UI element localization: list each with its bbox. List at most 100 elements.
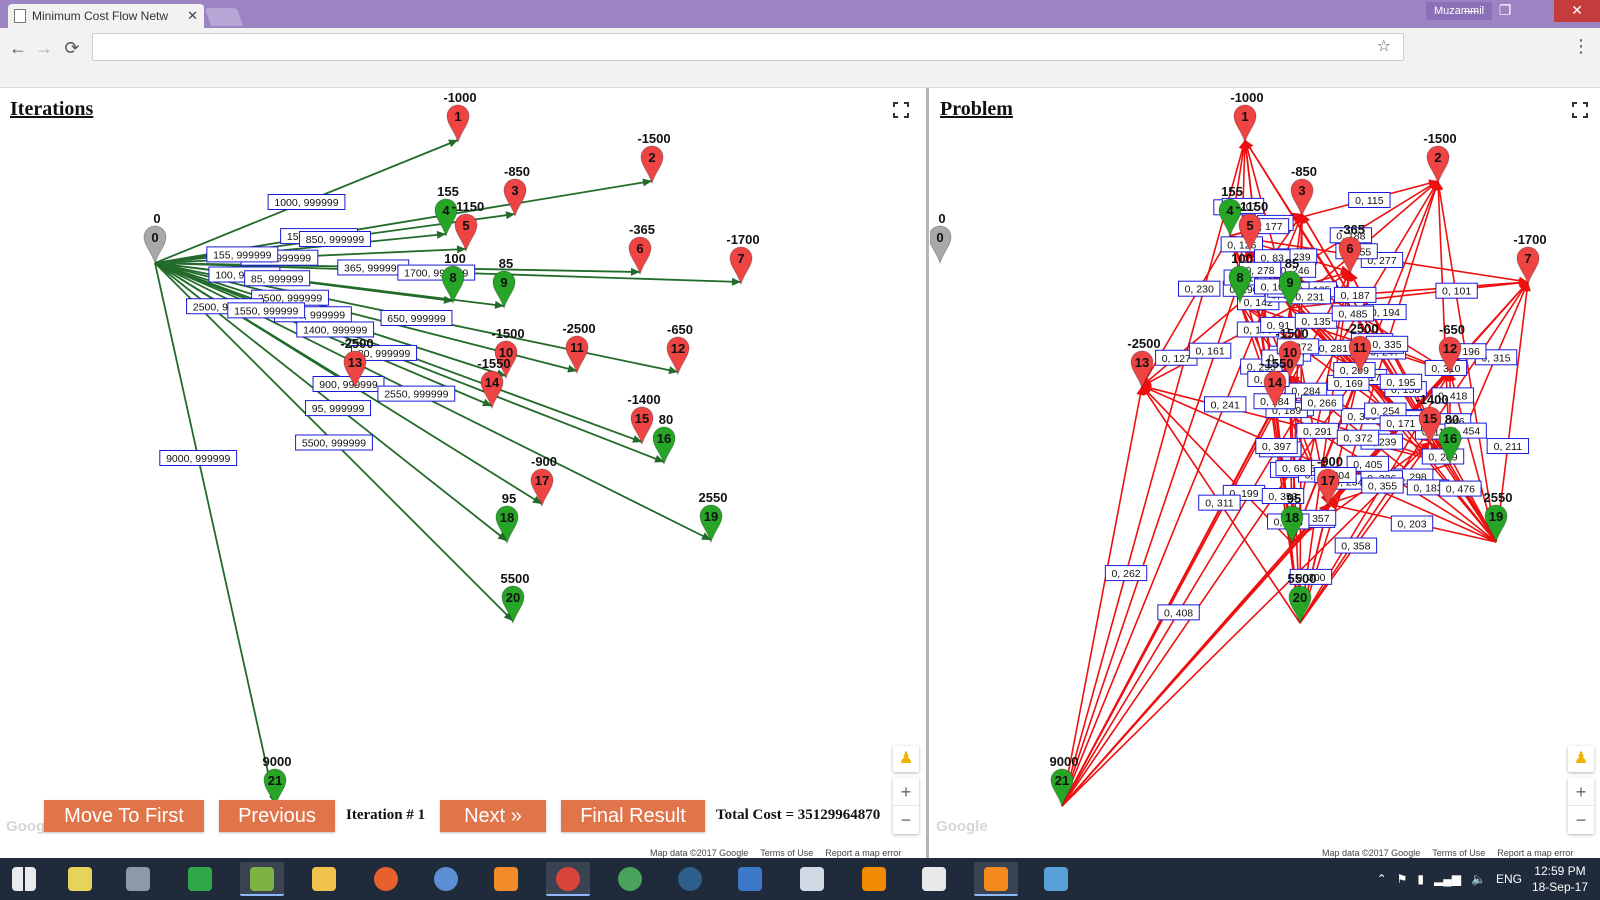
android-studio-icon[interactable] xyxy=(240,862,284,896)
node-supply: -900 xyxy=(531,454,557,469)
node-marker[interactable]: 21 9000 xyxy=(263,754,292,808)
store-icon[interactable] xyxy=(178,862,222,896)
node-supply: 80 xyxy=(1445,412,1459,427)
iterations-map[interactable]: 1000, 9999991500, 999999850, 9999991150,… xyxy=(0,88,926,858)
terms-link[interactable]: Terms of Use xyxy=(1432,848,1485,858)
close-tab-icon[interactable]: ✕ xyxy=(187,8,198,24)
fullscreen-icon[interactable] xyxy=(1572,102,1588,118)
edge-label: 0, 397 xyxy=(1255,438,1298,455)
node-marker[interactable]: 11 -2500 xyxy=(562,321,596,375)
node-marker[interactable]: 20 5500 xyxy=(501,571,530,625)
zoom-out-button[interactable]: − xyxy=(1568,806,1594,834)
edge-label: 0, 262 xyxy=(1104,565,1148,582)
chrome-icon[interactable] xyxy=(546,862,590,896)
node-id: 20 xyxy=(506,590,520,605)
node-supply: 85 xyxy=(499,256,513,271)
uc-browser-icon[interactable] xyxy=(484,862,528,896)
search-tool-icon[interactable] xyxy=(790,862,834,896)
zoom-in-button[interactable]: + xyxy=(1568,778,1594,806)
node-marker[interactable]: 19 2550 xyxy=(699,490,728,544)
node-supply: -1150 xyxy=(452,199,485,214)
vlc-icon[interactable] xyxy=(852,862,896,896)
task-view-icon[interactable] xyxy=(116,862,160,896)
node-marker[interactable]: 3 -850 xyxy=(503,164,530,218)
browser-icon[interactable] xyxy=(424,862,468,896)
battery-icon[interactable]: ▮ xyxy=(1417,872,1424,886)
node-marker[interactable]: 00 xyxy=(143,211,167,265)
network-icon[interactable]: ▂▄▆ xyxy=(1434,872,1461,886)
edge-label-text: 0, 476 xyxy=(1446,484,1475,496)
node-supply: -1000 xyxy=(1230,90,1263,105)
edge-label-text: 0, 183 xyxy=(1413,482,1442,494)
node-marker[interactable]: 7 -1700 xyxy=(726,232,760,286)
node-marker[interactable]: 20 5500 xyxy=(1288,571,1317,625)
node-id: 9 xyxy=(1286,275,1293,290)
node-marker[interactable]: 7 -1700 xyxy=(1513,232,1547,286)
maximize-icon[interactable]: ❐ xyxy=(1488,0,1522,22)
back-icon[interactable]: ← xyxy=(6,36,30,60)
terms-link[interactable]: Terms of Use xyxy=(760,848,813,858)
reload-icon[interactable]: ⟳ xyxy=(60,36,84,60)
edge-label-text: 1400, 999999 xyxy=(303,324,367,336)
previous-button[interactable]: Previous xyxy=(219,800,335,832)
node-marker[interactable]: 985 xyxy=(492,256,516,310)
report-error-link[interactable]: Report a map error xyxy=(1497,848,1573,858)
bookmark-star-icon[interactable]: ☆ xyxy=(1377,34,1391,60)
app-icon[interactable] xyxy=(668,862,712,896)
node-marker[interactable]: 6 -365 xyxy=(628,222,655,276)
fullscreen-icon[interactable] xyxy=(893,102,909,118)
visual-studio-code-icon[interactable] xyxy=(728,862,772,896)
node-marker[interactable]: 2 -1500 xyxy=(1423,131,1457,185)
globe-icon[interactable] xyxy=(608,862,652,896)
edge-label-text: 155, 999999 xyxy=(213,249,272,261)
node-marker[interactable]: 1 -1000 xyxy=(1230,90,1264,144)
start-icon[interactable] xyxy=(2,862,46,896)
edge-label: 0, 209 xyxy=(1333,362,1376,379)
move-to-first-button[interactable]: Move To First xyxy=(44,800,204,832)
sublime-text-icon[interactable] xyxy=(974,862,1018,896)
report-error-link[interactable]: Report a map error xyxy=(825,848,901,858)
street-view-pegman-icon[interactable]: ♟ xyxy=(893,746,919,772)
node-marker[interactable]: 19 2550 xyxy=(1484,490,1513,544)
street-view-pegman-icon[interactable]: ♟ xyxy=(1568,746,1594,772)
window-close-icon[interactable]: ✕ xyxy=(1554,0,1600,22)
flag-icon[interactable]: ⚑ xyxy=(1397,872,1408,886)
node-marker[interactable]: 21 9000 xyxy=(1050,754,1079,808)
photos-icon[interactable] xyxy=(1034,862,1078,896)
node-marker[interactable]: 17 -900 xyxy=(530,454,557,508)
problem-map[interactable]: 0, 2030, 1150, 910, 1260, 2390, 2770, 14… xyxy=(930,88,1600,858)
sublime-icon[interactable] xyxy=(912,862,956,896)
node-marker[interactable]: 1680 xyxy=(652,412,676,466)
browser-tab[interactable]: Minimum Cost Flow Netw ✕ xyxy=(8,4,204,28)
edge-label-text: 0, 291 xyxy=(1303,426,1332,438)
language-indicator[interactable]: ENG xyxy=(1496,872,1522,886)
node-marker[interactable]: 2 -1500 xyxy=(637,131,671,185)
volume-icon[interactable]: 🔈 xyxy=(1471,872,1486,886)
node-marker[interactable]: 00 xyxy=(930,211,952,265)
next-button[interactable]: Next » xyxy=(440,800,546,832)
node-marker[interactable]: 1 -1000 xyxy=(443,90,477,144)
new-tab-button[interactable] xyxy=(204,8,244,26)
sticky-notes-icon[interactable] xyxy=(58,862,102,896)
clock[interactable]: 12:59 PM 18-Sep-17 xyxy=(1532,863,1588,895)
node-id: 6 xyxy=(636,241,643,256)
node-id: 5 xyxy=(462,218,469,233)
firefox-icon[interactable] xyxy=(364,862,408,896)
browser-menu-icon[interactable]: ⋮ xyxy=(1572,36,1590,57)
node-marker[interactable]: 8100 xyxy=(441,251,466,305)
edge-label-text: 0, 161 xyxy=(1195,346,1224,358)
final-result-button[interactable]: Final Result xyxy=(561,800,705,832)
node-marker[interactable]: 5 -1150 xyxy=(452,199,485,253)
tray-chevron-icon[interactable]: ⌃ xyxy=(1377,872,1387,886)
forward-icon[interactable]: → xyxy=(32,36,56,60)
minimize-icon[interactable]: — xyxy=(1454,0,1488,22)
node-marker[interactable]: 3 -850 xyxy=(1290,164,1317,218)
node-marker[interactable]: 12 -650 xyxy=(666,322,693,376)
node-id: 4 xyxy=(442,203,450,218)
node-id: 19 xyxy=(704,509,718,524)
file-explorer-icon[interactable] xyxy=(302,862,346,896)
edge-label: 0, 211 xyxy=(1486,438,1530,455)
address-bar[interactable]: ☆ xyxy=(92,33,1404,61)
edge-label: 0, 187 xyxy=(1334,286,1377,303)
node-supply: -1700 xyxy=(726,232,759,247)
